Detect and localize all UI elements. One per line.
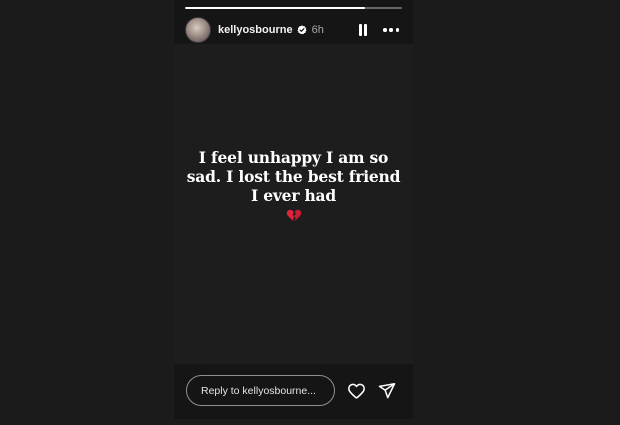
story-timestamp: 6h bbox=[311, 24, 324, 36]
more-dot bbox=[383, 28, 387, 32]
send-icon[interactable] bbox=[378, 382, 396, 399]
story-header: kellyosbourne 6h bbox=[185, 16, 405, 44]
story-message-line: I feel unhappy I am so bbox=[198, 148, 389, 167]
story-message-line: sad. I lost the best friend bbox=[186, 167, 401, 186]
avatar[interactable] bbox=[185, 17, 211, 43]
pause-icon[interactable] bbox=[357, 23, 369, 37]
story-progress-bar bbox=[185, 7, 402, 9]
verified-badge-icon bbox=[296, 25, 307, 35]
more-options-icon[interactable] bbox=[383, 23, 399, 37]
story-controls bbox=[357, 23, 405, 37]
story-message-line: I ever had bbox=[250, 186, 337, 205]
username-link[interactable]: kellyosbourne bbox=[218, 24, 293, 36]
reply-input[interactable]: Reply to kellyosbourne... bbox=[186, 375, 335, 406]
heart-icon[interactable] bbox=[347, 382, 366, 399]
page: kellyosbourne 6h I feel unhappy I am so … bbox=[0, 0, 620, 425]
story-content[interactable]: I feel unhappy I am so sad. I lost the b… bbox=[174, 44, 413, 364]
story-message: I feel unhappy I am so sad. I lost the b… bbox=[174, 148, 413, 205]
broken-heart-icon bbox=[286, 209, 302, 222]
more-dot bbox=[395, 28, 399, 32]
more-dot bbox=[389, 28, 393, 32]
story-footer: Reply to kellyosbourne... bbox=[174, 364, 413, 419]
story-progress-fill bbox=[185, 7, 366, 9]
